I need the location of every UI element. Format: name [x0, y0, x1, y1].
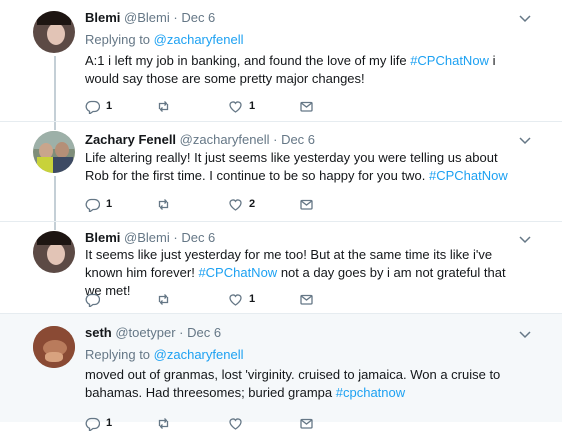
- message-button[interactable]: [299, 196, 314, 212]
- tweet[interactable]: seth @toetyper · Dec 6 Replying to @zach…: [0, 314, 562, 431]
- reply-button[interactable]: [85, 291, 106, 307]
- retweet-button[interactable]: [156, 415, 177, 431]
- tweet-actions: 11: [85, 98, 325, 114]
- separator-dot: ·: [273, 132, 278, 147]
- reply-icon: [85, 100, 100, 114]
- tweet-date[interactable]: Dec 6: [281, 132, 315, 147]
- tweet-header: seth @toetyper · Dec 6: [85, 325, 221, 341]
- hashtag-link[interactable]: #CPChatNow: [410, 53, 489, 68]
- replie-count: 1: [106, 417, 113, 429]
- reply-button[interactable]: 1: [85, 98, 112, 114]
- tweet[interactable]: Blemi @Blemi · Dec 6 Replying to @zachar…: [0, 0, 562, 121]
- message-icon: [300, 101, 313, 112]
- reply-button[interactable]: 1: [85, 415, 112, 431]
- tweet-text-segment: moved out of granmas, lost 'virginity. c…: [85, 367, 501, 400]
- retweet-button[interactable]: [156, 98, 177, 114]
- thread-line: [54, 176, 56, 221]
- replie-count: 1: [106, 198, 113, 210]
- tweet-thread: Blemi @Blemi · Dec 6 Replying to @zachar…: [0, 0, 562, 431]
- tweet-actions: 1: [85, 415, 325, 431]
- user-handle[interactable]: @Blemi: [124, 230, 170, 245]
- replying-to: Replying to @zacharyfenell: [85, 32, 243, 48]
- display-name[interactable]: Blemi: [85, 230, 120, 245]
- thread-line: [54, 222, 56, 230]
- chevron-down-icon[interactable]: [518, 327, 532, 341]
- retweet-icon: [158, 293, 169, 305]
- tweet-header: Zachary Fenell @zacharyfenell · Dec 6: [85, 132, 315, 148]
- replying-to-link[interactable]: @zacharyfenell: [154, 32, 244, 47]
- display-name[interactable]: Zachary Fenell: [85, 132, 176, 147]
- reply-icon: [85, 198, 100, 212]
- reply-button[interactable]: 1: [85, 196, 112, 212]
- like-icon: [229, 417, 242, 430]
- tweet-date[interactable]: Dec 6: [181, 10, 215, 25]
- tweet-header: Blemi @Blemi · Dec 6: [85, 10, 215, 26]
- chevron-down-icon[interactable]: [518, 11, 532, 25]
- tweet[interactable]: Blemi @Blemi · Dec 6 It seems like just …: [0, 222, 562, 313]
- avatar[interactable]: [33, 231, 75, 273]
- user-handle[interactable]: @zacharyfenell: [180, 132, 270, 147]
- tweet-text: Life altering really! It just seems like…: [85, 149, 525, 185]
- tweet-header: Blemi @Blemi · Dec 6: [85, 230, 215, 246]
- user-handle[interactable]: @toetyper: [115, 325, 175, 340]
- message-icon: [300, 418, 313, 429]
- like-button[interactable]: 1: [228, 291, 255, 307]
- tweet-text-segment: A:1 i left my job in banking, and found …: [85, 53, 411, 68]
- separator-dot: ·: [173, 10, 178, 25]
- hashtag-link[interactable]: #CPChatNow: [198, 265, 277, 280]
- avatar[interactable]: [33, 11, 75, 53]
- like-button[interactable]: 1: [228, 98, 255, 114]
- tweet-actions: 1: [85, 291, 325, 307]
- thread-line: [54, 122, 56, 130]
- message-button[interactable]: [299, 415, 314, 431]
- like-icon: [229, 293, 242, 306]
- reply-icon: [85, 293, 100, 307]
- replying-to-link[interactable]: @zacharyfenell: [154, 347, 244, 362]
- tweet-actions: 12: [85, 196, 325, 212]
- user-handle[interactable]: @Blemi: [124, 10, 170, 25]
- like-icon: [229, 198, 242, 211]
- separator-dot: ·: [179, 325, 184, 340]
- replying-to-label: Replying to: [85, 347, 151, 362]
- message-button[interactable]: [299, 98, 314, 114]
- tweet-date[interactable]: Dec 6: [187, 325, 221, 340]
- like-count: 1: [249, 100, 256, 112]
- message-icon: [300, 294, 313, 305]
- hashtag-link[interactable]: #cpchatnow: [336, 385, 405, 400]
- retweet-icon: [158, 198, 169, 210]
- separator-dot: ·: [173, 230, 178, 245]
- reply-icon: [85, 417, 100, 431]
- replying-to-label: Replying to: [85, 32, 151, 47]
- avatar[interactable]: [33, 131, 75, 173]
- hashtag-link[interactable]: #CPChatNow: [429, 168, 508, 183]
- chevron-down-icon[interactable]: [518, 232, 532, 246]
- message-icon: [300, 199, 313, 210]
- like-count: 2: [249, 198, 256, 210]
- retweet-icon: [158, 100, 169, 112]
- avatar[interactable]: [33, 326, 75, 368]
- retweet-button[interactable]: [156, 196, 177, 212]
- like-button[interactable]: 2: [228, 196, 255, 212]
- retweet-icon: [158, 417, 169, 429]
- display-name[interactable]: Blemi: [85, 10, 120, 25]
- thread-line: [54, 56, 56, 121]
- like-button[interactable]: [228, 415, 249, 431]
- tweet-date[interactable]: Dec 6: [181, 230, 215, 245]
- chevron-down-icon[interactable]: [518, 133, 532, 147]
- replie-count: 1: [106, 100, 113, 112]
- like-icon: [229, 100, 242, 113]
- display-name[interactable]: seth: [85, 325, 112, 340]
- like-count: 1: [249, 293, 256, 305]
- tweet[interactable]: Zachary Fenell @zacharyfenell · Dec 6 Li…: [0, 122, 562, 221]
- retweet-button[interactable]: [156, 291, 177, 307]
- message-button[interactable]: [299, 291, 314, 307]
- tweet-text: A:1 i left my job in banking, and found …: [85, 52, 525, 88]
- replying-to: Replying to @zacharyfenell: [85, 347, 243, 363]
- tweet-text: moved out of granmas, lost 'virginity. c…: [85, 366, 525, 402]
